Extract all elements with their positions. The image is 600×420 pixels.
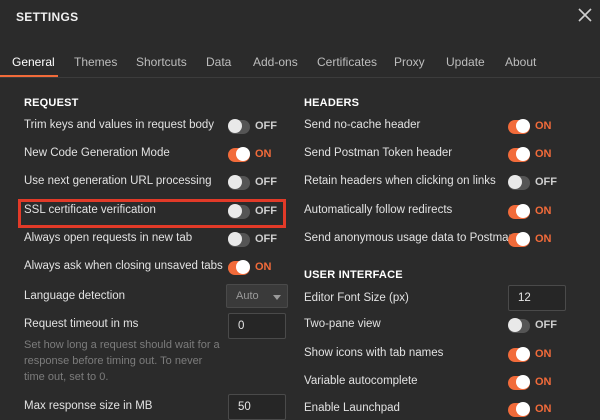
setting-launchpad: Enable Launchpad ON [304,400,566,420]
toggle-switch[interactable]: ON [508,232,552,248]
toggle-switch[interactable]: ON [228,260,272,276]
setting-label: Show icons with tab names [304,347,444,359]
toggle-state: ON [535,148,552,160]
setting-label: Variable autocomplete [304,375,418,387]
setting-label: Retain headers when clicking on links [304,175,496,187]
setting-trim-keys: Trim keys and values in request body OFF [24,117,286,137]
toggle-switch[interactable]: ON [508,119,552,135]
ui-section-heading: USER INTERFACE [304,269,403,281]
setting-label: Send Postman Token header [304,147,453,159]
toggle-switch[interactable]: ON [508,375,552,391]
setting-two-pane: Two-pane view OFF [304,316,566,336]
setting-usage-data: Send anonymous usage data to Postman ON [304,230,566,250]
setting-label: Enable Launchpad [304,402,400,414]
tab-certificates[interactable]: Certificates [317,55,377,69]
setting-label: Send anonymous usage data to Postman [304,232,515,244]
tab-data[interactable]: Data [206,55,231,69]
toggle-state: ON [535,205,552,217]
setting-label: Trim keys and values in request body [24,119,215,131]
toggle-state: ON [255,261,272,273]
tab-general[interactable]: General [12,55,55,69]
request-section-heading: REQUEST [24,97,79,109]
toggle-switch[interactable]: OFF [228,175,277,191]
setting-open-new-tab: Always open requests in new tab OFF [24,230,286,250]
window-title: SETTINGS [16,10,79,24]
max-response-label: Max response size in MB [24,400,153,412]
toggle-state: OFF [255,176,277,188]
tab-about[interactable]: About [505,55,536,69]
toggle-state: OFF [535,319,557,331]
setting-label: Send no-cache header [304,119,421,131]
tab-add-ons[interactable]: Add-ons [253,55,298,69]
toggle-switch[interactable]: OFF [228,204,277,220]
setting-label: SSL certificate verification [24,204,156,216]
toggle-state: OFF [535,176,557,188]
toggle-state: ON [535,403,552,415]
setting-no-cache: Send no-cache header ON [304,117,566,137]
request-timeout-input[interactable]: 0 [228,313,286,339]
setting-label: Two-pane view [304,318,381,330]
toggle-state: ON [535,376,552,388]
toggle-switch[interactable]: OFF [228,232,277,248]
setting-ask-closing: Always ask when closing unsaved tabs ON [24,258,286,278]
font-size-input[interactable]: 12 [508,285,566,311]
max-response-input[interactable]: 50 [228,394,286,420]
setting-label: Always ask when closing unsaved tabs [24,260,223,272]
toggle-state: OFF [255,233,277,245]
toggle-state: OFF [255,120,277,132]
toggle-state: ON [255,148,272,160]
tab-update[interactable]: Update [446,55,485,69]
setting-follow-redirects: Automatically follow redirects ON [304,202,566,222]
setting-label: Use next generation URL processing [24,175,212,187]
language-detection-select[interactable]: Auto [226,284,288,308]
select-value: Auto [236,290,259,302]
close-icon[interactable] [577,7,593,23]
chevron-down-icon [273,295,281,300]
toggle-switch[interactable]: OFF [228,119,277,135]
toggle-switch[interactable]: ON [508,347,552,363]
headers-section-heading: HEADERS [304,97,360,109]
settings-tabs: General Themes Shortcuts Data Add-ons Ce… [0,46,600,78]
setting-ssl-verification: SSL certificate verification OFF [24,202,286,222]
request-timeout-label: Request timeout in ms [24,318,139,330]
setting-variable-autocomplete: Variable autocomplete ON [304,373,566,393]
setting-url-processing: Use next generation URL processing OFF [24,173,286,193]
toggle-state: ON [535,233,552,245]
font-size-label: Editor Font Size (px) [304,292,409,304]
setting-label: New Code Generation Mode [24,147,170,159]
setting-label: Automatically follow redirects [304,204,453,216]
active-tab-indicator [0,75,58,77]
toggle-switch[interactable]: ON [508,147,552,163]
setting-label: Always open requests in new tab [24,232,193,244]
tab-shortcuts[interactable]: Shortcuts [136,55,187,69]
tab-proxy[interactable]: Proxy [394,55,425,69]
toggle-switch[interactable]: OFF [508,175,557,191]
request-timeout-help: Set how long a request should wait for a… [24,339,220,383]
toggle-state: ON [535,120,552,132]
setting-postman-token: Send Postman Token header ON [304,145,566,165]
title-bar: SETTINGS [0,0,600,34]
toggle-switch[interactable]: ON [508,204,552,220]
setting-retain-headers: Retain headers when clicking on links OF… [304,173,566,193]
setting-code-generation: New Code Generation Mode ON [24,145,286,165]
toggle-switch[interactable]: OFF [508,318,557,334]
setting-tab-icons: Show icons with tab names ON [304,345,566,365]
toggle-switch[interactable]: ON [228,147,272,163]
toggle-switch[interactable]: ON [508,402,552,418]
toggle-state: OFF [255,205,277,217]
tab-themes[interactable]: Themes [74,55,117,69]
language-detection-label: Language detection [24,290,126,302]
toggle-state: ON [535,348,552,360]
